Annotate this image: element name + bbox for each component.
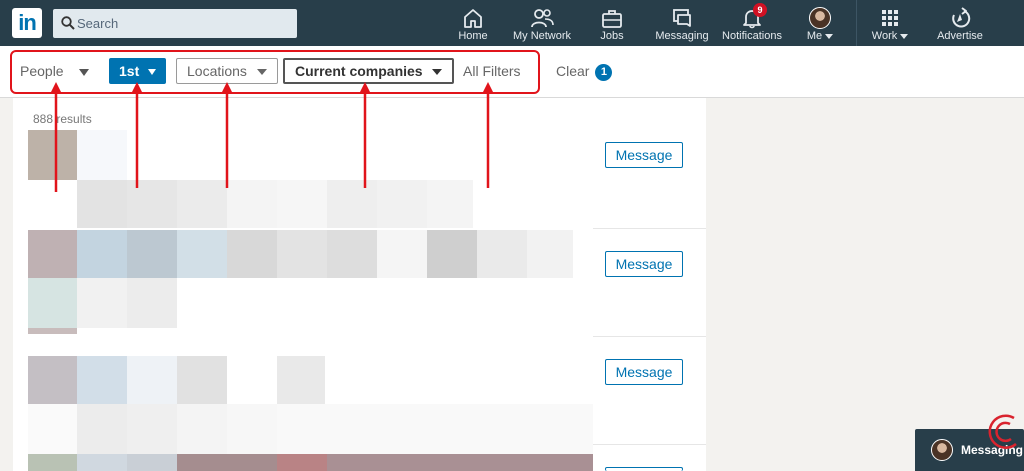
- blurred-content: [277, 180, 327, 228]
- nav-messaging-label: Messaging: [655, 30, 709, 42]
- search-placeholder: Search: [77, 16, 119, 31]
- blurred-content: [177, 356, 227, 404]
- blurred-content: [377, 230, 427, 278]
- blurred-content: [277, 404, 593, 454]
- nav-jobs[interactable]: Jobs: [594, 0, 630, 46]
- right-rail: [706, 98, 1024, 471]
- blurred-content: [327, 180, 377, 228]
- watermark-logo: [988, 414, 1017, 449]
- blurred-content: [277, 230, 327, 278]
- nav-jobs-label: Jobs: [600, 30, 624, 42]
- blurred-content: [127, 356, 177, 404]
- home-icon: [464, 9, 482, 28]
- nav-me[interactable]: Me: [800, 0, 840, 46]
- results-count: 888 results: [33, 112, 92, 126]
- message-button[interactable]: Message: [605, 251, 683, 277]
- compass-icon: [952, 7, 971, 28]
- chevron-down-icon: [825, 33, 834, 39]
- nav-divider: [856, 0, 857, 46]
- blurred-content: [77, 130, 127, 180]
- chevron-down-icon: [900, 33, 909, 39]
- blurred-content: [127, 180, 177, 228]
- nav-home[interactable]: Home: [452, 0, 494, 46]
- nav-work-label: Work: [871, 30, 898, 42]
- blurred-profile-photo: [28, 356, 77, 404]
- clear-label: Clear: [556, 63, 590, 79]
- blurred-content: [77, 356, 127, 404]
- avatar: [809, 7, 831, 29]
- nav-me-label: Me: [806, 30, 823, 42]
- blurred-content: [177, 404, 227, 454]
- top-nav: in Search Home My Network Jobs Messaging…: [0, 0, 1024, 46]
- blurred-content: [77, 454, 127, 471]
- blurred-content: [277, 356, 325, 404]
- notification-badge: 9: [753, 3, 767, 17]
- nav-my-network[interactable]: My Network: [510, 0, 574, 46]
- blurred-content: [227, 180, 277, 228]
- messaging-icon: [673, 9, 691, 27]
- clear-filters-button[interactable]: Clear 1: [546, 58, 622, 84]
- result-divider: [593, 228, 706, 229]
- blurred-profile-photo: [28, 230, 77, 278]
- blurred-content: [227, 404, 277, 454]
- filter-bar: People 1st Locations Current companies A…: [0, 46, 1024, 98]
- blurred-profile-photo: [28, 130, 77, 180]
- blurred-content: [277, 454, 327, 471]
- annotation-highlight-box: [10, 50, 540, 94]
- blurred-content: [477, 230, 527, 278]
- briefcase-icon: [602, 10, 622, 28]
- blurred-content: [177, 230, 227, 278]
- blurred-content: [427, 230, 477, 278]
- blurred-content: [28, 404, 77, 454]
- blurred-content: [77, 404, 127, 454]
- blurred-content: [327, 454, 593, 471]
- message-button-partial[interactable]: [605, 467, 683, 471]
- message-button[interactable]: Message: [605, 142, 683, 168]
- result-divider: [593, 336, 706, 337]
- linkedin-logo[interactable]: in: [12, 8, 42, 38]
- result-divider: [593, 444, 706, 445]
- nav-my-network-label: My Network: [512, 30, 572, 42]
- blurred-profile-photo: [28, 454, 77, 471]
- blurred-content: [28, 278, 77, 328]
- network-icon: [531, 9, 554, 28]
- blurred-content: [177, 180, 227, 228]
- blurred-content: [177, 454, 277, 471]
- blurred-content: [77, 230, 127, 278]
- blurred-content: [527, 230, 573, 278]
- blurred-content: [377, 180, 427, 228]
- nav-notifications[interactable]: 9 Notifications: [720, 0, 784, 46]
- blurred-content: [227, 230, 277, 278]
- blurred-content: [327, 230, 377, 278]
- nav-work[interactable]: Work: [866, 0, 914, 46]
- nav-advertise[interactable]: Advertise: [932, 0, 988, 46]
- clear-count-badge: 1: [595, 64, 613, 81]
- blurred-content: [28, 328, 77, 334]
- search-input[interactable]: Search: [53, 9, 297, 38]
- blurred-content: [127, 454, 177, 471]
- nav-messaging[interactable]: Messaging: [654, 0, 710, 46]
- search-icon: [61, 16, 75, 30]
- nav-notifications-label: Notifications: [722, 30, 782, 42]
- results-panel: 888 results Message Message Message: [13, 98, 706, 471]
- grid-icon: [882, 10, 898, 26]
- blurred-content: [127, 230, 177, 278]
- nav-home-label: Home: [458, 30, 488, 42]
- message-button[interactable]: Message: [605, 359, 683, 385]
- blurred-content: [427, 180, 473, 228]
- blurred-content: [77, 180, 127, 228]
- nav-advertise-label: Advertise: [937, 30, 983, 42]
- blurred-content: [77, 278, 127, 328]
- blurred-content: [127, 404, 177, 454]
- avatar: [931, 439, 953, 461]
- blurred-content: [127, 278, 177, 328]
